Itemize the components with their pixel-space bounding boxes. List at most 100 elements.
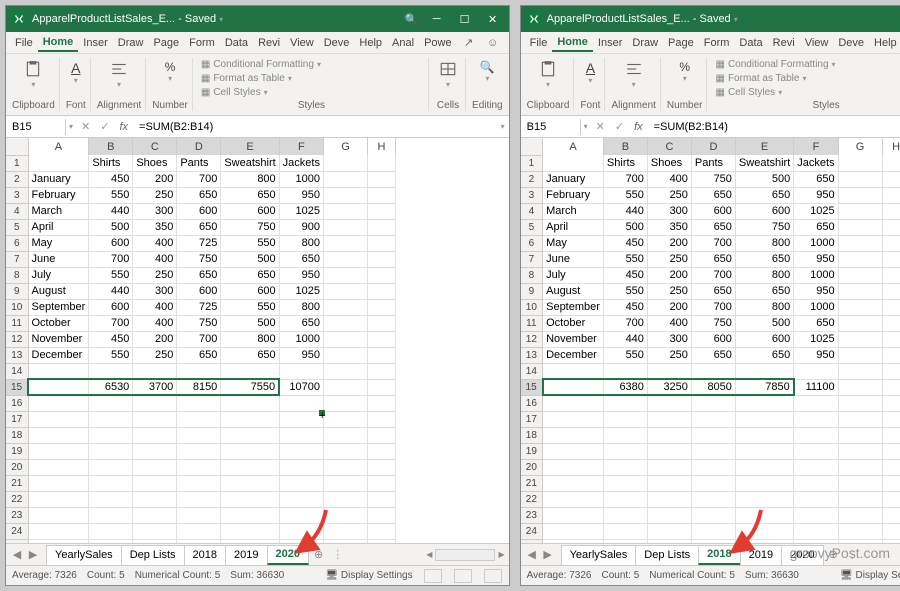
- cell[interactable]: 400: [133, 299, 177, 315]
- cell[interactable]: [323, 171, 367, 187]
- cell[interactable]: 250: [133, 187, 177, 203]
- cell[interactable]: [794, 539, 838, 543]
- cell[interactable]: February: [28, 187, 89, 203]
- formula-input[interactable]: =SUM(B2:B14): [133, 119, 497, 135]
- cell[interactable]: [882, 331, 900, 347]
- cell[interactable]: [323, 315, 367, 331]
- cell[interactable]: February: [543, 187, 604, 203]
- cell[interactable]: [323, 283, 367, 299]
- cell[interactable]: 600: [691, 203, 735, 219]
- cell[interactable]: [691, 427, 735, 443]
- conditional-formatting-button[interactable]: ▦ Conditional Formatting ▾: [201, 58, 422, 71]
- cell[interactable]: 600: [735, 331, 793, 347]
- cell[interactable]: [367, 155, 395, 171]
- row-header[interactable]: 25: [6, 539, 28, 543]
- cell[interactable]: 200: [133, 331, 177, 347]
- cell[interactable]: Pants: [177, 155, 221, 171]
- cell[interactable]: [838, 347, 882, 363]
- cell[interactable]: 300: [647, 331, 691, 347]
- cell[interactable]: 700: [89, 315, 133, 331]
- cell[interactable]: 6380: [603, 379, 647, 395]
- cell[interactable]: [735, 363, 793, 379]
- cell[interactable]: [882, 523, 900, 539]
- cell[interactable]: [323, 155, 367, 171]
- row-header[interactable]: 20: [6, 459, 28, 475]
- row-header[interactable]: 24: [6, 523, 28, 539]
- row-header[interactable]: 17: [6, 411, 28, 427]
- cell[interactable]: [603, 491, 647, 507]
- cell[interactable]: January: [543, 171, 604, 187]
- row-header[interactable]: 6: [6, 235, 28, 251]
- cell[interactable]: 250: [647, 251, 691, 267]
- cell[interactable]: [367, 363, 395, 379]
- row-header[interactable]: 10: [6, 299, 28, 315]
- cell[interactable]: Sweatshirt: [735, 155, 793, 171]
- cell[interactable]: [794, 411, 838, 427]
- name-box[interactable]: B15: [521, 119, 581, 135]
- tab-next-icon[interactable]: ▶: [541, 548, 555, 562]
- cell[interactable]: [794, 427, 838, 443]
- cell[interactable]: [221, 427, 279, 443]
- cell[interactable]: 300: [647, 203, 691, 219]
- cell[interactable]: [323, 267, 367, 283]
- cell[interactable]: [323, 395, 367, 411]
- cell[interactable]: 1000: [794, 299, 838, 315]
- cell[interactable]: [882, 219, 900, 235]
- cell[interactable]: [28, 491, 89, 507]
- cell[interactable]: 650: [794, 315, 838, 331]
- cell[interactable]: [221, 411, 279, 427]
- cell[interactable]: 8050: [691, 379, 735, 395]
- cell[interactable]: [838, 219, 882, 235]
- sheet-area[interactable]: ABCDEFGH1ShirtsShoesPantsSweatshirtJacke…: [521, 138, 900, 543]
- cell[interactable]: 650: [794, 171, 838, 187]
- cell[interactable]: 700: [691, 235, 735, 251]
- cell[interactable]: [279, 411, 323, 427]
- number-button[interactable]: %▾: [161, 58, 180, 85]
- cell[interactable]: [28, 155, 89, 171]
- cell[interactable]: [882, 267, 900, 283]
- cell[interactable]: Jackets: [279, 155, 323, 171]
- cell[interactable]: 3250: [647, 379, 691, 395]
- cell[interactable]: [882, 235, 900, 251]
- menu-anal[interactable]: Anal: [387, 35, 419, 51]
- cell[interactable]: 700: [89, 251, 133, 267]
- share-icon[interactable]: ↗: [460, 34, 478, 52]
- row-header[interactable]: 7: [6, 251, 28, 267]
- menu-data[interactable]: Data: [734, 35, 767, 51]
- cell[interactable]: [367, 219, 395, 235]
- cell[interactable]: 200: [647, 235, 691, 251]
- cell[interactable]: [323, 299, 367, 315]
- cell[interactable]: July: [28, 267, 89, 283]
- cell[interactable]: Shirts: [603, 155, 647, 171]
- cell[interactable]: [323, 187, 367, 203]
- cell[interactable]: 7850: [735, 379, 793, 395]
- cell[interactable]: 950: [794, 251, 838, 267]
- cell[interactable]: [133, 363, 177, 379]
- cell[interactable]: [323, 235, 367, 251]
- cell[interactable]: [28, 411, 89, 427]
- cell[interactable]: [89, 459, 133, 475]
- cell[interactable]: [735, 411, 793, 427]
- cell[interactable]: 600: [177, 283, 221, 299]
- enter-formula-icon[interactable]: ✓: [95, 120, 114, 133]
- cell[interactable]: [89, 411, 133, 427]
- cell[interactable]: [543, 155, 604, 171]
- cell[interactable]: [794, 475, 838, 491]
- cell[interactable]: [221, 491, 279, 507]
- cell[interactable]: May: [543, 235, 604, 251]
- row-header[interactable]: 10: [521, 299, 543, 315]
- row-header[interactable]: 17: [521, 411, 543, 427]
- cell[interactable]: 650: [177, 347, 221, 363]
- cell[interactable]: [647, 459, 691, 475]
- row-header[interactable]: 6: [521, 235, 543, 251]
- cell[interactable]: [279, 363, 323, 379]
- cell[interactable]: October: [543, 315, 604, 331]
- row-header[interactable]: 14: [6, 363, 28, 379]
- menu-file[interactable]: File: [10, 35, 38, 51]
- row-header[interactable]: 14: [521, 363, 543, 379]
- cell[interactable]: [367, 523, 395, 539]
- cell[interactable]: [882, 507, 900, 523]
- sheet-tab-yearlysales[interactable]: YearlySales: [46, 545, 122, 565]
- cell[interactable]: 11100: [794, 379, 838, 395]
- cell[interactable]: 700: [177, 171, 221, 187]
